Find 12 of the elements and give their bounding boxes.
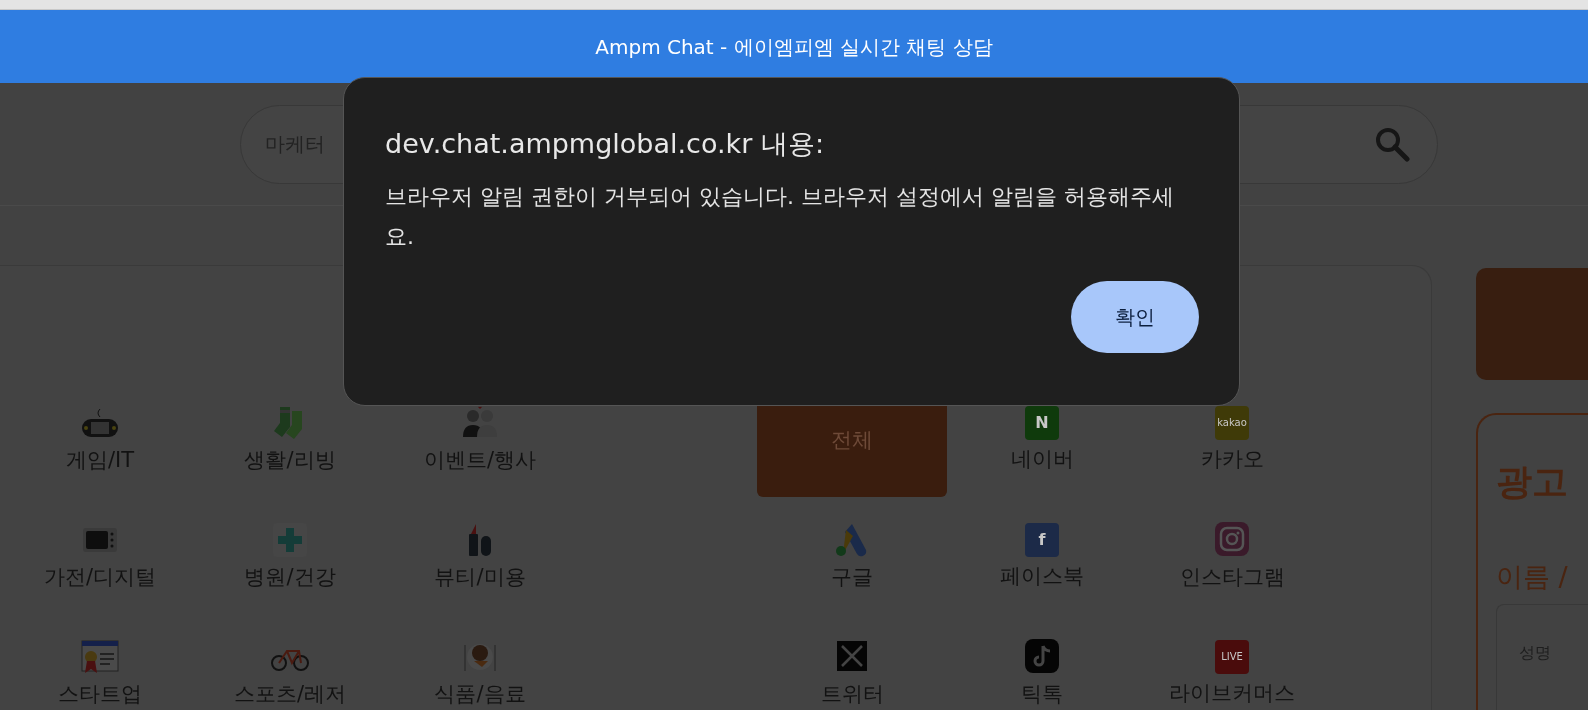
camera-logo-icon <box>1212 521 1252 558</box>
brand-logo: f <box>1025 522 1059 557</box>
dialog-message: 브라우저 알림 권한이 거부되어 있습니다. 브라우저 설정에서 알림을 허용해주세요. <box>385 182 1175 251</box>
window-title: Ampm Chat - 에이엠피엠 실시간 채팅 상담 <box>595 33 993 61</box>
brand-logo: LIVE <box>1215 639 1249 674</box>
dialog-title: dev.chat.ampmglobal.co.kr 내용: <box>385 127 825 161</box>
music-note-logo-icon <box>1022 638 1062 675</box>
certificate-icon <box>80 638 120 675</box>
confirm-button[interactable]: 확인 <box>1071 280 1199 353</box>
brand-logo: kakao <box>1215 405 1249 440</box>
brand-logo: N <box>1025 405 1059 440</box>
search-icon[interactable] <box>1374 125 1410 162</box>
